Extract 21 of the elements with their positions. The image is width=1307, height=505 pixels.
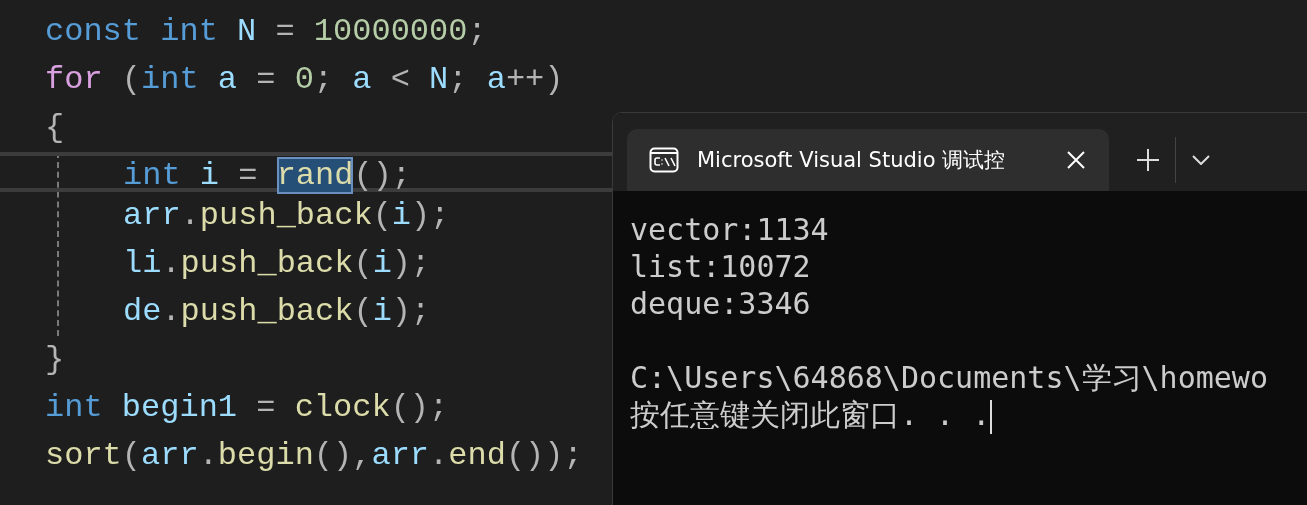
- console-line: list:10072: [630, 249, 811, 284]
- console-line: vector:1134: [630, 212, 829, 247]
- code-line: li.push_back(i);: [123, 245, 431, 282]
- close-icon[interactable]: [1067, 151, 1085, 169]
- console-line: deque:3346: [630, 286, 811, 321]
- code-line: }: [45, 341, 65, 378]
- terminal-icon: [649, 147, 679, 173]
- chevron-down-icon: [1192, 155, 1210, 165]
- terminal-tab[interactable]: Microsoft Visual Studio 调试控: [627, 129, 1109, 191]
- code-line: int begin1 = clock();: [45, 389, 449, 426]
- code-line: sort(arr.begin(),arr.end());: [45, 437, 583, 474]
- code-line: arr.push_back(i);: [123, 197, 450, 234]
- console-line: 按任意键关闭此窗口. . .: [630, 397, 991, 432]
- code-line: const int N = 10000000;: [45, 13, 487, 50]
- plus-icon: [1137, 149, 1159, 171]
- code-line: int i = rand();: [123, 157, 412, 194]
- code-line: {: [45, 109, 65, 146]
- code-line: de.push_back(i);: [123, 293, 431, 330]
- text-cursor: [990, 399, 993, 434]
- code-line: for (int a = 0; a < N; a++): [45, 61, 564, 98]
- console-line: C:\Users\64868\Documents\学习\homewo: [630, 360, 1268, 395]
